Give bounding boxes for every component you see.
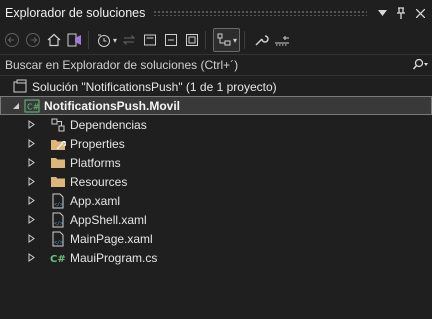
tree-item-app-xaml[interactable]: </> App.xaml — [0, 191, 432, 210]
folder-icon — [50, 174, 66, 190]
tree-item-label: Resources — [70, 174, 128, 189]
toolbar-separator — [244, 31, 246, 49]
chevron-right-icon[interactable] — [26, 234, 36, 244]
chevron-right-icon[interactable] — [26, 139, 36, 149]
properties-wrench-icon[interactable] — [252, 29, 270, 51]
search-bar — [0, 54, 432, 76]
svg-text:C#: C# — [50, 254, 66, 265]
tree-item-appshell-xaml[interactable]: </> AppShell.xaml — [0, 210, 432, 229]
tree-item-label: MauiProgram.cs — [70, 250, 158, 265]
window-title: Explorador de soluciones — [5, 6, 146, 20]
tree-item-mainpage-xaml[interactable]: </> MainPage.xaml — [0, 229, 432, 248]
tree-item-label: Dependencias — [70, 117, 147, 132]
tree-item-label: MainPage.xaml — [70, 231, 153, 246]
chevron-right-icon[interactable] — [26, 120, 36, 130]
close-icon[interactable] — [413, 4, 427, 22]
dependencies-icon — [50, 117, 66, 133]
track-active-item-icon[interactable]: ▾ — [213, 28, 241, 52]
toolbar-separator — [88, 31, 89, 49]
csharp-project-icon: C# — [24, 98, 40, 114]
solution-label: Solución "NotificationsPush" (1 de 1 pro… — [32, 79, 277, 94]
tree-item-properties[interactable]: Properties — [0, 134, 432, 153]
svg-text:</>: </> — [54, 240, 63, 246]
chevron-right-icon[interactable] — [26, 196, 36, 206]
svg-text:</>: </> — [54, 221, 63, 227]
svg-text:C#: C# — [27, 102, 40, 111]
tree-item-resources[interactable]: Resources — [0, 172, 432, 191]
project-label: NotificationsPush.Movil — [44, 98, 181, 113]
chevron-down-icon[interactable] — [11, 101, 21, 111]
csharp-file-icon: C# — [50, 250, 66, 266]
chevron-right-icon[interactable] — [26, 253, 36, 263]
svg-text:</>: </> — [54, 202, 63, 208]
folder-icon — [50, 155, 66, 171]
xaml-file-icon: </> — [50, 212, 66, 228]
home-icon[interactable] — [45, 29, 63, 51]
tree-item-dependencias[interactable]: Dependencias — [0, 115, 432, 134]
toolbar-separator — [205, 31, 207, 49]
xaml-file-icon: </> — [50, 193, 66, 209]
solution-tree: Solución "NotificationsPush" (1 de 1 pro… — [0, 77, 432, 267]
drag-grip[interactable] — [153, 10, 367, 16]
solution-icon — [12, 79, 28, 95]
title-bar: Explorador de soluciones — [0, 0, 432, 26]
search-icon[interactable] — [408, 58, 432, 72]
window-dropdown-button[interactable] — [375, 4, 389, 22]
pending-changes-filter-icon[interactable]: ▾ — [96, 29, 117, 51]
switch-views-icon[interactable] — [66, 29, 84, 51]
pin-icon[interactable] — [394, 4, 408, 22]
project-node[interactable]: C# NotificationsPush.Movil — [0, 96, 432, 115]
tree-item-label: Properties — [70, 136, 125, 151]
refresh-icon[interactable] — [141, 29, 159, 51]
tree-item-label: Platforms — [70, 155, 121, 170]
collapse-all-icon[interactable] — [162, 29, 180, 51]
show-all-files-icon[interactable] — [183, 29, 201, 51]
toolbar: ▾ ▾ — [0, 26, 432, 54]
chevron-right-icon[interactable] — [26, 177, 36, 187]
search-input[interactable] — [0, 57, 408, 73]
forward-icon[interactable] — [24, 29, 42, 51]
tree-item-mauiprogram-cs[interactable]: C# MauiProgram.cs — [0, 248, 432, 267]
back-icon[interactable] — [3, 29, 21, 51]
tree-item-label: App.xaml — [70, 193, 121, 208]
chevron-right-icon[interactable] — [26, 158, 36, 168]
sync-icon[interactable] — [120, 29, 138, 51]
preview-selected-items-icon[interactable] — [273, 29, 291, 51]
chevron-right-icon[interactable] — [26, 215, 36, 225]
tree-item-label: AppShell.xaml — [70, 212, 147, 227]
tree-item-platforms[interactable]: Platforms — [0, 153, 432, 172]
solution-node[interactable]: Solución "NotificationsPush" (1 de 1 pro… — [0, 77, 432, 96]
xaml-file-icon: </> — [50, 231, 66, 247]
properties-icon — [50, 136, 66, 152]
